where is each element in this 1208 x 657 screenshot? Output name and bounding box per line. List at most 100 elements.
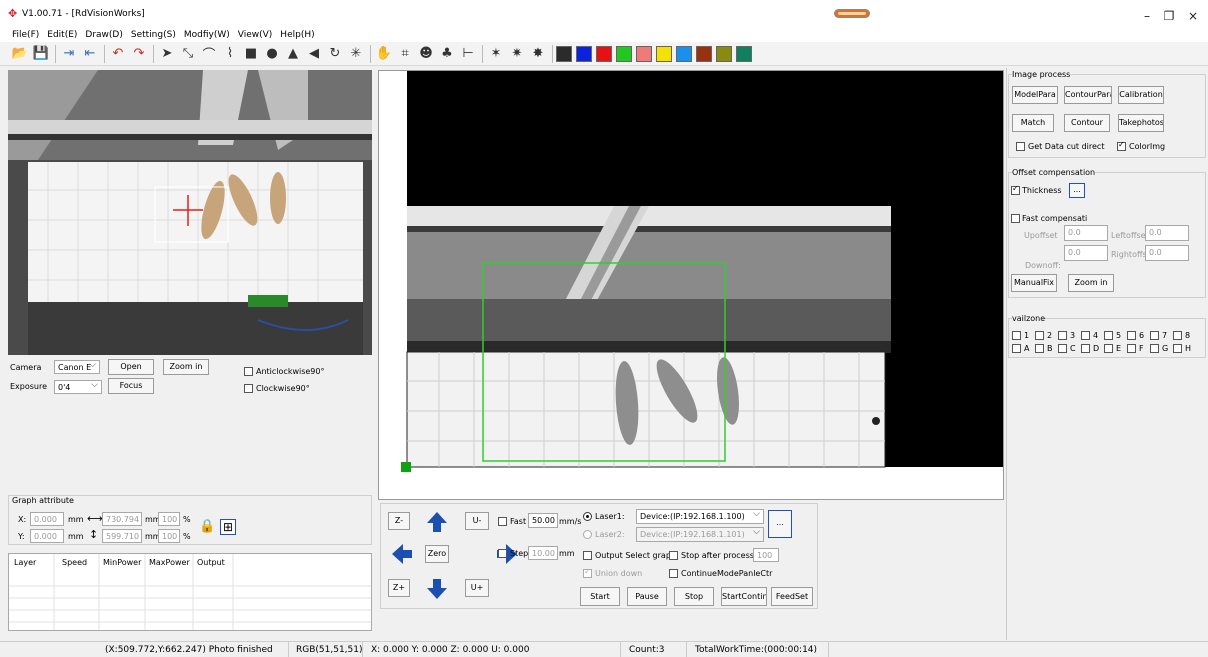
camera-preview[interactable] [8, 70, 372, 355]
menu-draw[interactable]: Draw(D) [81, 28, 126, 42]
polyline-icon[interactable]: ⌇ [220, 44, 240, 64]
leftoffse-input[interactable]: 0.0 [1145, 225, 1189, 241]
z-minus-button[interactable]: Z- [388, 512, 410, 530]
vailzone-checkbox-3[interactable] [1058, 331, 1067, 340]
menu-modify[interactable]: Modfiy(W) [180, 28, 234, 42]
x-input[interactable]: 0.000 [30, 512, 64, 526]
output-select-checkbox[interactable] [583, 551, 592, 560]
contour-para-button[interactable]: ContourPara [1064, 86, 1112, 104]
vailzone-checkbox-d[interactable] [1081, 344, 1090, 353]
save-icon[interactable]: 💾 [31, 44, 51, 64]
arc-icon[interactable]: ⌒ [199, 44, 219, 64]
import-icon[interactable]: ⇥ [59, 44, 79, 64]
laser1-device-select[interactable]: Device:(IP:192.168.1.100) [636, 509, 764, 524]
camera-zoom-in-button[interactable]: Zoom in [163, 359, 209, 375]
step-input[interactable]: 10.00 [528, 546, 558, 560]
minimize-button[interactable]: – [1137, 8, 1157, 24]
undo-icon[interactable]: ↶ [108, 44, 128, 64]
color-swatch-4[interactable] [636, 45, 652, 62]
rotate-icon[interactable]: ↻ [325, 44, 345, 64]
width-percent-input[interactable]: 100 [158, 512, 180, 526]
y-input[interactable]: 0.000 [30, 529, 64, 543]
star-icon[interactable]: ✳ [346, 44, 366, 64]
vailzone-checkbox-6[interactable] [1127, 331, 1136, 340]
open-folder-icon[interactable]: 📂 [10, 44, 30, 64]
offset-zoom-in-button[interactable]: Zoom in [1068, 274, 1114, 292]
fast-comp-checkbox[interactable] [1011, 214, 1020, 223]
get-data-checkbox[interactable] [1016, 142, 1025, 151]
restore-button[interactable]: ❐ [1159, 8, 1179, 24]
close-button[interactable]: × [1183, 8, 1203, 24]
vailzone-checkbox-2[interactable] [1035, 331, 1044, 340]
triangle-icon[interactable]: ◀ [304, 44, 324, 64]
sparkle2-icon[interactable]: ✷ [507, 44, 527, 64]
camera-select[interactable]: Canon E [54, 360, 100, 374]
vailzone-checkbox-e[interactable] [1104, 344, 1113, 353]
ellipse-icon[interactable]: ● [262, 44, 282, 64]
vailzone-checkbox-b[interactable] [1035, 344, 1044, 353]
z-plus-button[interactable]: Z+ [388, 579, 410, 597]
hand-pan-icon[interactable]: ✋ [374, 44, 394, 64]
menu-setting[interactable]: Setting(S) [127, 28, 180, 42]
zero-button[interactable]: Zero [425, 545, 449, 563]
start-button[interactable]: Start [580, 587, 620, 606]
left-arrow-icon[interactable] [390, 542, 414, 566]
stop-after-checkbox[interactable] [669, 551, 678, 560]
device-more-button[interactable]: ... [768, 510, 792, 538]
down-arrow-icon[interactable] [425, 577, 449, 601]
clockwise-checkbox[interactable] [244, 384, 253, 393]
mirror-icon[interactable]: ▲ [283, 44, 303, 64]
u-minus-button[interactable]: U- [465, 512, 489, 530]
vailzone-checkbox-g[interactable] [1150, 344, 1159, 353]
laser1-radio[interactable] [583, 512, 592, 521]
laser2-device-select[interactable]: Device:(IP:192.168.1.101) [636, 527, 764, 542]
start-contin-button[interactable]: StartContin [721, 587, 767, 606]
color-swatch-2[interactable] [596, 45, 612, 62]
vailzone-checkbox-8[interactable] [1173, 331, 1182, 340]
node-edit-icon[interactable]: ⤡ [178, 44, 198, 64]
work-canvas[interactable] [378, 70, 1004, 500]
contour-button[interactable]: Contour [1064, 114, 1110, 132]
upoffset-input[interactable]: 0.0 [1064, 225, 1108, 241]
height-input[interactable]: 599.710 [102, 529, 142, 543]
thickness-more-button[interactable]: ... [1069, 183, 1085, 198]
color-swatch-0[interactable] [556, 45, 572, 62]
menu-file[interactable]: File(F) [8, 28, 43, 42]
frame-icon[interactable]: ⌗ [395, 44, 415, 64]
export-icon[interactable]: ⇤ [80, 44, 100, 64]
measure-icon[interactable]: ⊢ [458, 44, 478, 64]
fast-checkbox[interactable] [498, 517, 507, 526]
open-button[interactable]: Open [108, 359, 154, 375]
vailzone-checkbox-5[interactable] [1104, 331, 1113, 340]
color-swatch-8[interactable] [716, 45, 732, 62]
user-icon[interactable]: ☻ [416, 44, 436, 64]
up-arrow-icon[interactable] [425, 510, 449, 534]
step-checkbox[interactable] [498, 549, 507, 558]
color-swatch-7[interactable] [696, 45, 712, 62]
vailzone-checkbox-1[interactable] [1012, 331, 1021, 340]
color-swatch-1[interactable] [576, 45, 592, 62]
vailzone-checkbox-h[interactable] [1173, 344, 1182, 353]
fast-speed-input[interactable]: 50.00 [528, 513, 558, 528]
feedset-button[interactable]: FeedSet [771, 587, 813, 606]
focus-button[interactable]: Focus [108, 378, 154, 394]
sparkle-icon[interactable]: ✶ [486, 44, 506, 64]
stop-after-input[interactable]: 100 [753, 548, 779, 562]
select-arrow-icon[interactable]: ➤ [157, 44, 177, 64]
pause-button[interactable]: Pause [627, 587, 667, 606]
menu-view[interactable]: View(V) [234, 28, 277, 42]
laser2-radio[interactable] [583, 530, 592, 539]
lock-ratio-icon[interactable]: 🔒 [199, 519, 215, 535]
rectangle-icon[interactable]: ■ [241, 44, 261, 64]
menu-help[interactable]: Help(H) [276, 28, 318, 42]
vailzone-checkbox-a[interactable] [1012, 344, 1021, 353]
match-button[interactable]: Match [1012, 114, 1054, 132]
u-plus-button[interactable]: U+ [465, 579, 489, 597]
anticlockwise-checkbox[interactable] [244, 367, 253, 376]
union-down-checkbox[interactable] [583, 567, 592, 578]
thickness-checkbox[interactable] [1011, 184, 1020, 195]
width-input[interactable]: 730.794 [102, 512, 142, 526]
takephotos-button[interactable]: Takephotos [1118, 114, 1164, 132]
calibration-button[interactable]: Calibration [1118, 86, 1164, 104]
vailzone-checkbox-7[interactable] [1150, 331, 1159, 340]
